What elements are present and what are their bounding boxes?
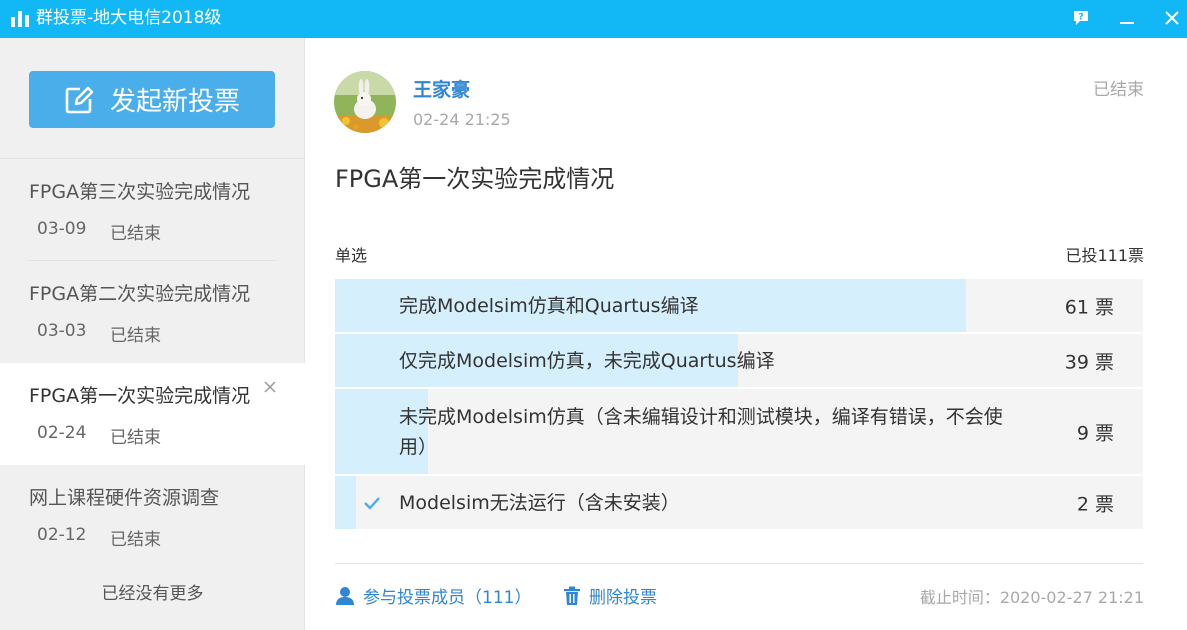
vote-title: FPGA第一次实验完成情况 xyxy=(335,165,615,193)
avatar[interactable] xyxy=(334,71,396,133)
vote-item-status: 已结束 xyxy=(110,326,161,346)
deadline-text: 截止时间：2020-02-27 21:21 xyxy=(919,588,1144,607)
title-bar: 群投票-地大电信2018级 ? xyxy=(0,0,1187,38)
vote-total: 已投111票 xyxy=(1065,246,1144,265)
sidebar: 发起新投票 FPGA第三次实验完成情况 03-09 已结束 FPGA第二次实验完… xyxy=(0,38,305,630)
vote-option[interactable]: 完成Modelsim仿真和Quartus编译 61 票 xyxy=(335,279,1143,332)
vote-item-date: 02-24 xyxy=(37,423,87,443)
close-icon xyxy=(1165,11,1179,25)
footer-divider xyxy=(335,563,1143,564)
vote-item-title: 网上课程硬件资源调查 xyxy=(29,487,220,509)
option-label: Modelsim无法运行（含未安装） xyxy=(399,491,680,514)
vote-option[interactable]: 未完成Modelsim仿真（含未编辑设计和测试模块，编译有错误，不会使用） 9 … xyxy=(335,389,1143,474)
vote-item-title: FPGA第一次实验完成情况 xyxy=(29,385,251,407)
option-label: 仅完成Modelsim仿真，未完成Quartus编译 xyxy=(399,349,775,372)
members-link[interactable]: 参与投票成员（111） xyxy=(335,583,531,608)
option-label: 未完成Modelsim仿真（含未编辑设计和测试模块，编译有错误，不会使用） xyxy=(399,405,1003,458)
vote-item-date: 03-03 xyxy=(37,321,87,341)
rabbit-avatar-image xyxy=(334,71,396,133)
minimize-button[interactable] xyxy=(1112,4,1142,32)
publish-time: 02-24 21:25 xyxy=(413,110,511,129)
feedback-button[interactable]: ? xyxy=(1066,4,1096,32)
window-title: 群投票-地大电信2018级 xyxy=(36,8,222,28)
vote-item-status: 已结束 xyxy=(110,428,161,448)
vote-item-status: 已结束 xyxy=(110,530,161,550)
vote-list-item[interactable]: 网上课程硬件资源调查 02-12 已结束 xyxy=(0,465,305,567)
feedback-icon: ? xyxy=(1074,11,1088,25)
vote-item-title: FPGA第二次实验完成情况 xyxy=(29,283,251,305)
option-count: 2 票 xyxy=(1076,493,1114,515)
bar-chart-icon xyxy=(11,11,29,27)
vote-item-date: 02-12 xyxy=(37,525,87,545)
vote-list-item[interactable]: FPGA第二次实验完成情况 03-03 已结束 xyxy=(0,261,305,363)
option-count: 9 票 xyxy=(1076,422,1114,444)
vote-list-item[interactable]: FPGA第三次实验完成情况 03-09 已结束 xyxy=(0,159,305,261)
svg-text:?: ? xyxy=(1078,13,1083,23)
edit-icon xyxy=(65,86,94,113)
vote-option-selected[interactable]: Modelsim无法运行（含未安装） 2 票 xyxy=(335,476,1143,529)
vote-list-item-active[interactable]: FPGA第一次实验完成情况 02-24 已结束 xyxy=(0,363,305,465)
delete-vote-link[interactable]: 删除投票 xyxy=(563,583,657,608)
option-count: 39 票 xyxy=(1064,351,1114,373)
no-more-text: 已经没有更多 xyxy=(101,584,204,604)
vote-option[interactable]: 仅完成Modelsim仿真，未完成Quartus编译 39 票 xyxy=(335,334,1143,387)
trash-icon xyxy=(564,586,580,605)
close-icon[interactable] xyxy=(262,379,278,395)
members-link-label: 参与投票成员（111） xyxy=(363,588,532,608)
close-button[interactable] xyxy=(1157,4,1187,32)
vote-detail: 王家豪 02-24 21:25 已结束 FPGA第一次实验完成情况 单选 已投1… xyxy=(306,38,1187,630)
new-vote-button[interactable]: 发起新投票 xyxy=(29,71,275,128)
user-icon xyxy=(336,586,354,605)
vote-item-title: FPGA第三次实验完成情况 xyxy=(29,181,251,203)
vote-item-date: 03-09 xyxy=(37,219,87,239)
status-badge: 已结束 xyxy=(1093,80,1144,100)
option-label: 完成Modelsim仿真和Quartus编译 xyxy=(399,294,699,317)
vote-type: 单选 xyxy=(335,246,368,265)
delete-vote-label: 删除投票 xyxy=(589,588,657,608)
vote-options: 完成Modelsim仿真和Quartus编译 61 票 仅完成Modelsim仿… xyxy=(335,279,1143,531)
minimize-icon xyxy=(1120,22,1134,24)
vote-item-status: 已结束 xyxy=(110,224,161,244)
option-count: 61 票 xyxy=(1064,296,1114,318)
author-name[interactable]: 王家豪 xyxy=(413,75,470,102)
new-vote-label: 发起新投票 xyxy=(109,87,240,117)
